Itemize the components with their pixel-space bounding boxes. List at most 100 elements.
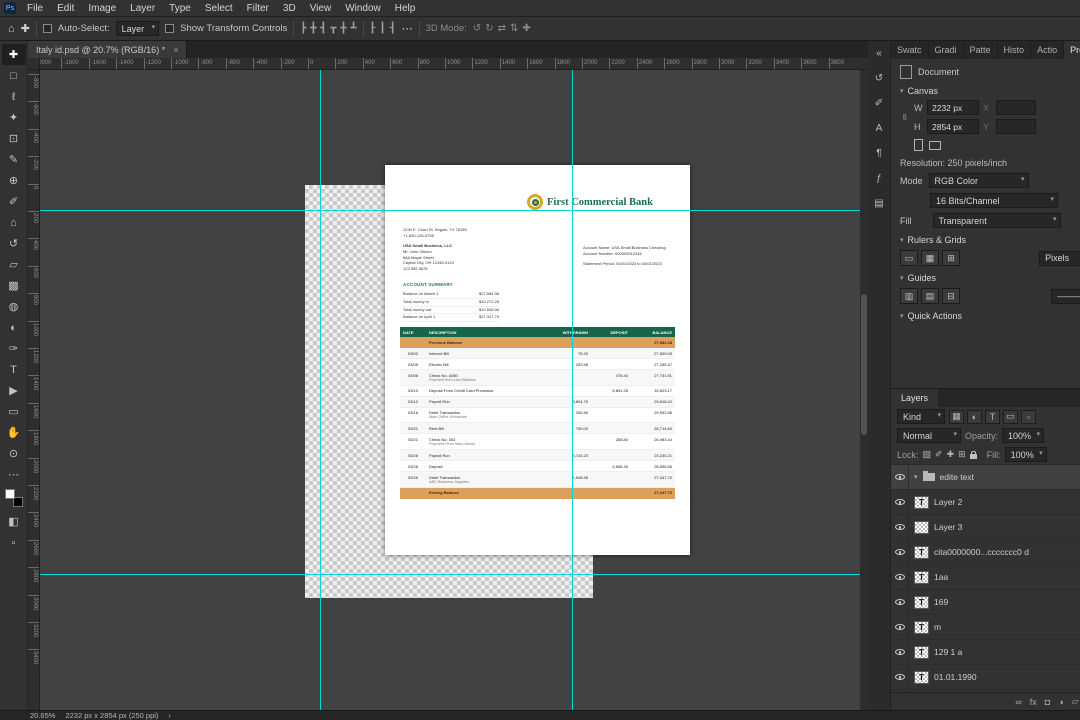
glyphs-panel-icon[interactable]: ƒ xyxy=(870,170,888,186)
clone-stamp-tool[interactable]: ⌂ xyxy=(2,212,26,233)
horizontal-guide[interactable] xyxy=(40,210,868,211)
3d-mode-icon[interactable]: ↻ xyxy=(485,23,493,34)
lock-icon[interactable]: ✚ xyxy=(947,449,955,460)
3d-mode-icon[interactable]: ↺ xyxy=(473,23,481,34)
document-tab[interactable]: Italy id.psd @ 20.7% (RGB/16) * × xyxy=(28,41,188,58)
paragraph-panel-icon[interactable]: ¶ xyxy=(870,145,888,161)
3d-mode-icon[interactable]: ⇄ xyxy=(498,23,506,34)
visibility-toggle[interactable] xyxy=(891,465,909,490)
panel-tab-gradi[interactable]: Gradi xyxy=(929,41,964,59)
lock-icon[interactable]: ✐ xyxy=(935,449,943,460)
padlock-icon[interactable] xyxy=(969,450,977,459)
layer-row[interactable]: Layer 3 xyxy=(891,514,1080,540)
type-tool[interactable]: T xyxy=(2,359,26,380)
landscape-orientation-icon[interactable] xyxy=(929,140,941,150)
visibility-toggle[interactable] xyxy=(891,564,909,590)
canvas-scrollbar[interactable] xyxy=(860,70,868,710)
healing-brush-tool[interactable]: ⊕ xyxy=(2,170,26,191)
panel-tab-histo[interactable]: Histo xyxy=(998,41,1032,59)
layer-row[interactable]: Tcita0000000...ccccccc0 d xyxy=(891,539,1080,565)
panel-tab-properties[interactable]: Properties xyxy=(1064,41,1080,59)
align-icon[interactable]: ┻ xyxy=(350,23,356,34)
visibility-toggle[interactable] xyxy=(891,664,909,690)
chevron-down-icon[interactable]: ▾ xyxy=(914,473,918,481)
visibility-toggle[interactable] xyxy=(891,539,909,565)
ruler-option-button[interactable]: ▦ xyxy=(921,250,939,266)
filter-type-icon[interactable]: ▫ xyxy=(1021,409,1036,424)
menu-item-edit[interactable]: Edit xyxy=(50,0,81,17)
distribute-icon[interactable]: ┠ xyxy=(370,23,376,34)
layer-row[interactable]: Tm xyxy=(891,614,1080,640)
filter-type-icon[interactable]: ◐ xyxy=(967,409,982,424)
horizontal-guide[interactable] xyxy=(40,574,868,575)
layer-row[interactable]: T 129 1 a xyxy=(891,639,1080,665)
visibility-toggle[interactable] xyxy=(891,489,909,515)
blur-tool[interactable]: ◍ xyxy=(2,296,26,317)
visibility-toggle[interactable] xyxy=(891,514,909,540)
layer-row[interactable]: T 1aa xyxy=(891,564,1080,590)
scrollbar-thumb[interactable] xyxy=(861,294,867,435)
guides-section-header[interactable]: ▾ Guides xyxy=(900,273,1080,283)
vertical-guide[interactable] xyxy=(320,70,321,710)
layer-row[interactable]: ▾ edite text xyxy=(891,465,1080,490)
eyedropper-tool[interactable]: ✎ xyxy=(2,149,26,170)
align-icon[interactable]: ┳ xyxy=(330,23,336,34)
ruler-option-button[interactable]: ⊞ xyxy=(942,250,960,266)
gradient-tool[interactable]: ▩ xyxy=(2,275,26,296)
crop-tool[interactable]: ⊡ xyxy=(2,128,26,149)
units-dropdown[interactable]: Pixels xyxy=(1039,250,1080,266)
align-icon[interactable]: ╋ xyxy=(310,23,316,34)
brush-tool[interactable]: ✐ xyxy=(2,191,26,212)
distribute-icon[interactable]: ┨ xyxy=(390,23,396,34)
quick-mask-icon[interactable]: ◧ xyxy=(2,511,26,532)
menu-item-select[interactable]: Select xyxy=(198,0,240,17)
path-select-tool[interactable]: ▶ xyxy=(2,380,26,401)
menu-item-window[interactable]: Window xyxy=(338,0,388,17)
home-icon[interactable]: ⌂ xyxy=(8,23,15,35)
hand-tool[interactable]: ✋ xyxy=(2,422,26,443)
align-icon[interactable]: ╋ xyxy=(340,23,346,34)
adjustment-layer-icon[interactable]: ◑ xyxy=(1058,697,1063,707)
filter-type-icon[interactable]: ▦ xyxy=(949,409,964,424)
canvas-section-header[interactable]: ▾ Canvas xyxy=(900,86,1080,96)
link-layers-icon[interactable]: ∞ xyxy=(1015,697,1021,707)
opacity-dropdown[interactable]: 100% xyxy=(1002,428,1045,443)
quick-selection-tool[interactable]: ✦ xyxy=(2,107,26,128)
layers-tab[interactable]: Layers xyxy=(891,389,939,407)
layer-row[interactable]: T 169 xyxy=(891,589,1080,615)
y-input[interactable] xyxy=(996,119,1036,134)
guide-option-button[interactable]: ⊟ xyxy=(942,288,960,304)
align-icon[interactable]: ┣ xyxy=(300,23,306,34)
new-group-icon[interactable]: ▱ xyxy=(1072,696,1079,707)
auto-select-checkbox[interactable] xyxy=(42,24,52,33)
filter-type-icon[interactable]: T xyxy=(985,409,1000,424)
auto-select-dropdown[interactable]: Layer xyxy=(115,21,160,36)
show-transform-checkbox[interactable] xyxy=(165,24,175,33)
bit-depth-dropdown[interactable]: 16 Bits/Channel xyxy=(930,193,1058,208)
panel-tab-swatc[interactable]: Swatc xyxy=(891,41,929,59)
3d-mode-icon[interactable]: ⇅ xyxy=(510,23,518,34)
quick-actions-section-header[interactable]: ▾ Quick Actions xyxy=(900,311,1080,321)
move-tool-icon[interactable]: ✚ xyxy=(21,22,30,35)
fill-dropdown[interactable]: Transparent xyxy=(932,213,1061,228)
align-icon[interactable]: ┫ xyxy=(320,23,326,34)
3d-mode-icon[interactable]: ✚ xyxy=(522,23,530,34)
panel-tab-actio[interactable]: Actio xyxy=(1031,41,1065,59)
status-chevron-icon[interactable]: › xyxy=(168,711,171,720)
color-swatches[interactable] xyxy=(4,489,23,507)
history-icon[interactable]: ↺ xyxy=(870,70,888,86)
zoom-level-field[interactable]: 20.65% xyxy=(30,711,55,720)
layer-effects-icon[interactable]: fx xyxy=(1030,697,1037,707)
fill-dropdown-layers[interactable]: 100% xyxy=(1004,447,1047,462)
layer-mask-icon[interactable]: ◘ xyxy=(1045,697,1050,707)
distribute-icon[interactable]: ┃ xyxy=(380,23,386,34)
blend-mode-dropdown[interactable]: Normal xyxy=(897,428,961,443)
zoom-tool[interactable]: ⊙ xyxy=(2,443,26,464)
color-mode-dropdown[interactable]: RGB Color xyxy=(928,173,1029,188)
dodge-tool[interactable]: ◐ xyxy=(2,317,26,338)
lock-icon[interactable]: ▨ xyxy=(923,449,932,460)
menu-item-layer[interactable]: Layer xyxy=(123,0,162,17)
marquee-tool[interactable]: □ xyxy=(2,65,26,86)
history-brush-tool[interactable]: ↺ xyxy=(2,233,26,254)
portrait-orientation-icon[interactable] xyxy=(914,139,923,151)
